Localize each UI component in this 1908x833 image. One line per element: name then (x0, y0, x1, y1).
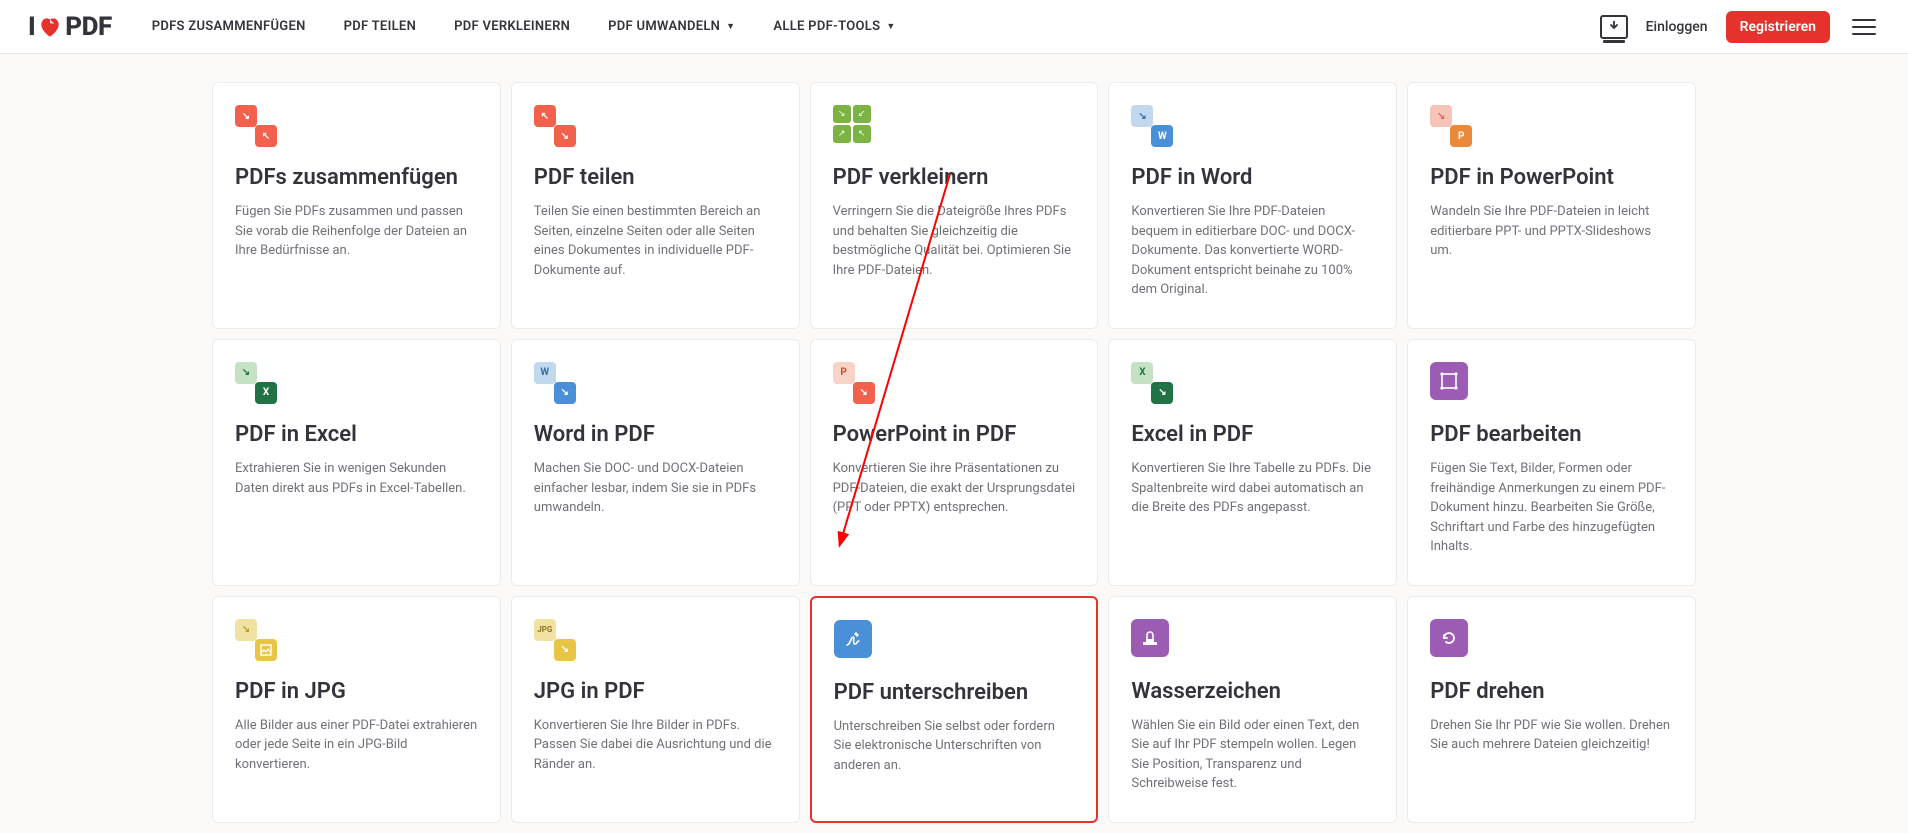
card-pdf-to-jpg[interactable]: ↘ PDF in JPG Alle Bilder aus einer PDF-D… (212, 596, 501, 823)
chevron-down-icon: ▼ (886, 21, 895, 32)
pdf-to-word-icon: ↘W (1131, 105, 1173, 147)
ppt-to-pdf-icon: P↘ (833, 362, 875, 404)
heart-icon (37, 14, 63, 40)
card-title: PDF in Word (1131, 165, 1374, 190)
watermark-icon (1131, 619, 1173, 661)
card-split[interactable]: ↖↘ PDF teilen Teilen Sie einen bestimmte… (511, 82, 800, 329)
card-title: Wasserzeichen (1131, 679, 1374, 704)
nav-compress[interactable]: PDF VERKLEINERN (454, 19, 570, 34)
card-desc: Drehen Sie Ihr PDF wie Sie wollen. Drehe… (1430, 716, 1673, 755)
logo[interactable]: I PDF (28, 12, 112, 42)
card-title: PDF drehen (1430, 679, 1673, 704)
card-title: PowerPoint in PDF (833, 422, 1076, 447)
card-desc: Wandeln Sie Ihre PDF-Dateien in leicht e… (1430, 202, 1673, 261)
card-pdf-to-powerpoint[interactable]: ↘P PDF in PowerPoint Wandeln Sie Ihre PD… (1407, 82, 1696, 329)
card-pdf-to-excel[interactable]: ↘X PDF in Excel Extrahieren Sie in wenig… (212, 339, 501, 586)
card-desc: Konvertieren Sie ihre Präsentationen zu … (833, 459, 1076, 518)
card-jpg-to-pdf[interactable]: JPG↘ JPG in PDF Konvertieren Sie Ihre Bi… (511, 596, 800, 823)
card-title: PDF bearbeiten (1430, 422, 1673, 447)
compress-icon: ↘↙ ↗↖ (833, 105, 875, 147)
card-title: PDF teilen (534, 165, 777, 190)
pdf-to-jpg-icon: ↘ (235, 619, 277, 661)
excel-to-pdf-icon: X↘ (1131, 362, 1173, 404)
logo-text-pdf: PDF (65, 12, 111, 42)
card-desc: Machen Sie DOC- und DOCX-Dateien einfach… (534, 459, 777, 518)
register-button[interactable]: Registrieren (1726, 11, 1830, 43)
card-title: JPG in PDF (534, 679, 777, 704)
card-title: PDF unterschreiben (834, 680, 1075, 705)
tools-grid: ↘↖ PDFs zusammenfügen Fügen Sie PDFs zus… (184, 54, 1724, 833)
card-desc: Fügen Sie Text, Bilder, Formen oder frei… (1430, 459, 1673, 557)
card-desc: Wählen Sie ein Bild oder einen Text, den… (1131, 716, 1374, 794)
card-sign-pdf[interactable]: PDF unterschreiben Unterschreiben Sie se… (810, 596, 1099, 823)
card-compress[interactable]: ↘↙ ↗↖ PDF verkleinern Verringern Sie die… (810, 82, 1099, 329)
rotate-icon (1430, 619, 1472, 661)
card-desc: Konvertieren Sie Ihre PDF-Dateien bequem… (1131, 202, 1374, 300)
card-title: PDF verkleinern (833, 165, 1076, 190)
card-excel-to-pdf[interactable]: X↘ Excel in PDF Konvertieren Sie Ihre Ta… (1108, 339, 1397, 586)
card-title: Word in PDF (534, 422, 777, 447)
chevron-down-icon: ▼ (726, 21, 735, 32)
card-desc: Fügen Sie PDFs zusammen und passen Sie v… (235, 202, 478, 261)
word-to-pdf-icon: W↘ (534, 362, 576, 404)
card-watermark[interactable]: Wasserzeichen Wählen Sie ein Bild oder e… (1108, 596, 1397, 823)
main-nav: PDFS ZUSAMMENFÜGEN PDF TEILEN PDF VERKLE… (152, 19, 896, 34)
card-word-to-pdf[interactable]: W↘ Word in PDF Machen Sie DOC- und DOCX-… (511, 339, 800, 586)
pdf-to-excel-icon: ↘X (235, 362, 277, 404)
card-merge[interactable]: ↘↖ PDFs zusammenfügen Fügen Sie PDFs zus… (212, 82, 501, 329)
header: I PDF PDFS ZUSAMMENFÜGEN PDF TEILEN PDF … (0, 0, 1908, 54)
login-button[interactable]: Einloggen (1646, 19, 1708, 35)
jpg-to-pdf-icon: JPG↘ (534, 619, 576, 661)
split-icon: ↖↘ (534, 105, 576, 147)
nav-split[interactable]: PDF TEILEN (344, 19, 417, 34)
card-desc: Extrahieren Sie in wenigen Sekunden Date… (235, 459, 478, 498)
card-title: PDF in PowerPoint (1430, 165, 1673, 190)
pdf-to-ppt-icon: ↘P (1430, 105, 1472, 147)
card-rotate-pdf[interactable]: PDF drehen Drehen Sie Ihr PDF wie Sie wo… (1407, 596, 1696, 823)
card-desc: Unterschreiben Sie selbst oder fordern S… (834, 717, 1075, 776)
menu-icon[interactable] (1848, 15, 1880, 39)
merge-icon: ↘↖ (235, 105, 277, 147)
logo-text-i: I (28, 12, 35, 42)
header-right: Einloggen Registrieren (1600, 11, 1880, 43)
card-title: PDF in JPG (235, 679, 478, 704)
download-desktop-icon[interactable] (1600, 15, 1628, 39)
sign-icon (834, 620, 876, 662)
card-desc: Konvertieren Sie Ihre Bilder in PDFs. Pa… (534, 716, 777, 775)
card-ppt-to-pdf[interactable]: P↘ PowerPoint in PDF Konvertieren Sie ih… (810, 339, 1099, 586)
nav-merge[interactable]: PDFS ZUSAMMENFÜGEN (152, 19, 306, 34)
card-desc: Verringern Sie die Dateigröße Ihres PDFs… (833, 202, 1076, 280)
card-title: PDFs zusammenfügen (235, 165, 478, 190)
nav-all-tools[interactable]: ALLE PDF-TOOLS▼ (773, 19, 895, 34)
card-edit-pdf[interactable]: PDF bearbeiten Fügen Sie Text, Bilder, F… (1407, 339, 1696, 586)
card-pdf-to-word[interactable]: ↘W PDF in Word Konvertieren Sie Ihre PDF… (1108, 82, 1397, 329)
card-desc: Konvertieren Sie Ihre Tabelle zu PDFs. D… (1131, 459, 1374, 518)
nav-convert[interactable]: PDF UMWANDELN▼ (608, 19, 735, 34)
edit-icon (1430, 362, 1472, 404)
card-title: Excel in PDF (1131, 422, 1374, 447)
card-desc: Alle Bilder aus einer PDF-Datei extrahie… (235, 716, 478, 775)
card-title: PDF in Excel (235, 422, 478, 447)
card-desc: Teilen Sie einen bestimmten Bereich an S… (534, 202, 777, 280)
